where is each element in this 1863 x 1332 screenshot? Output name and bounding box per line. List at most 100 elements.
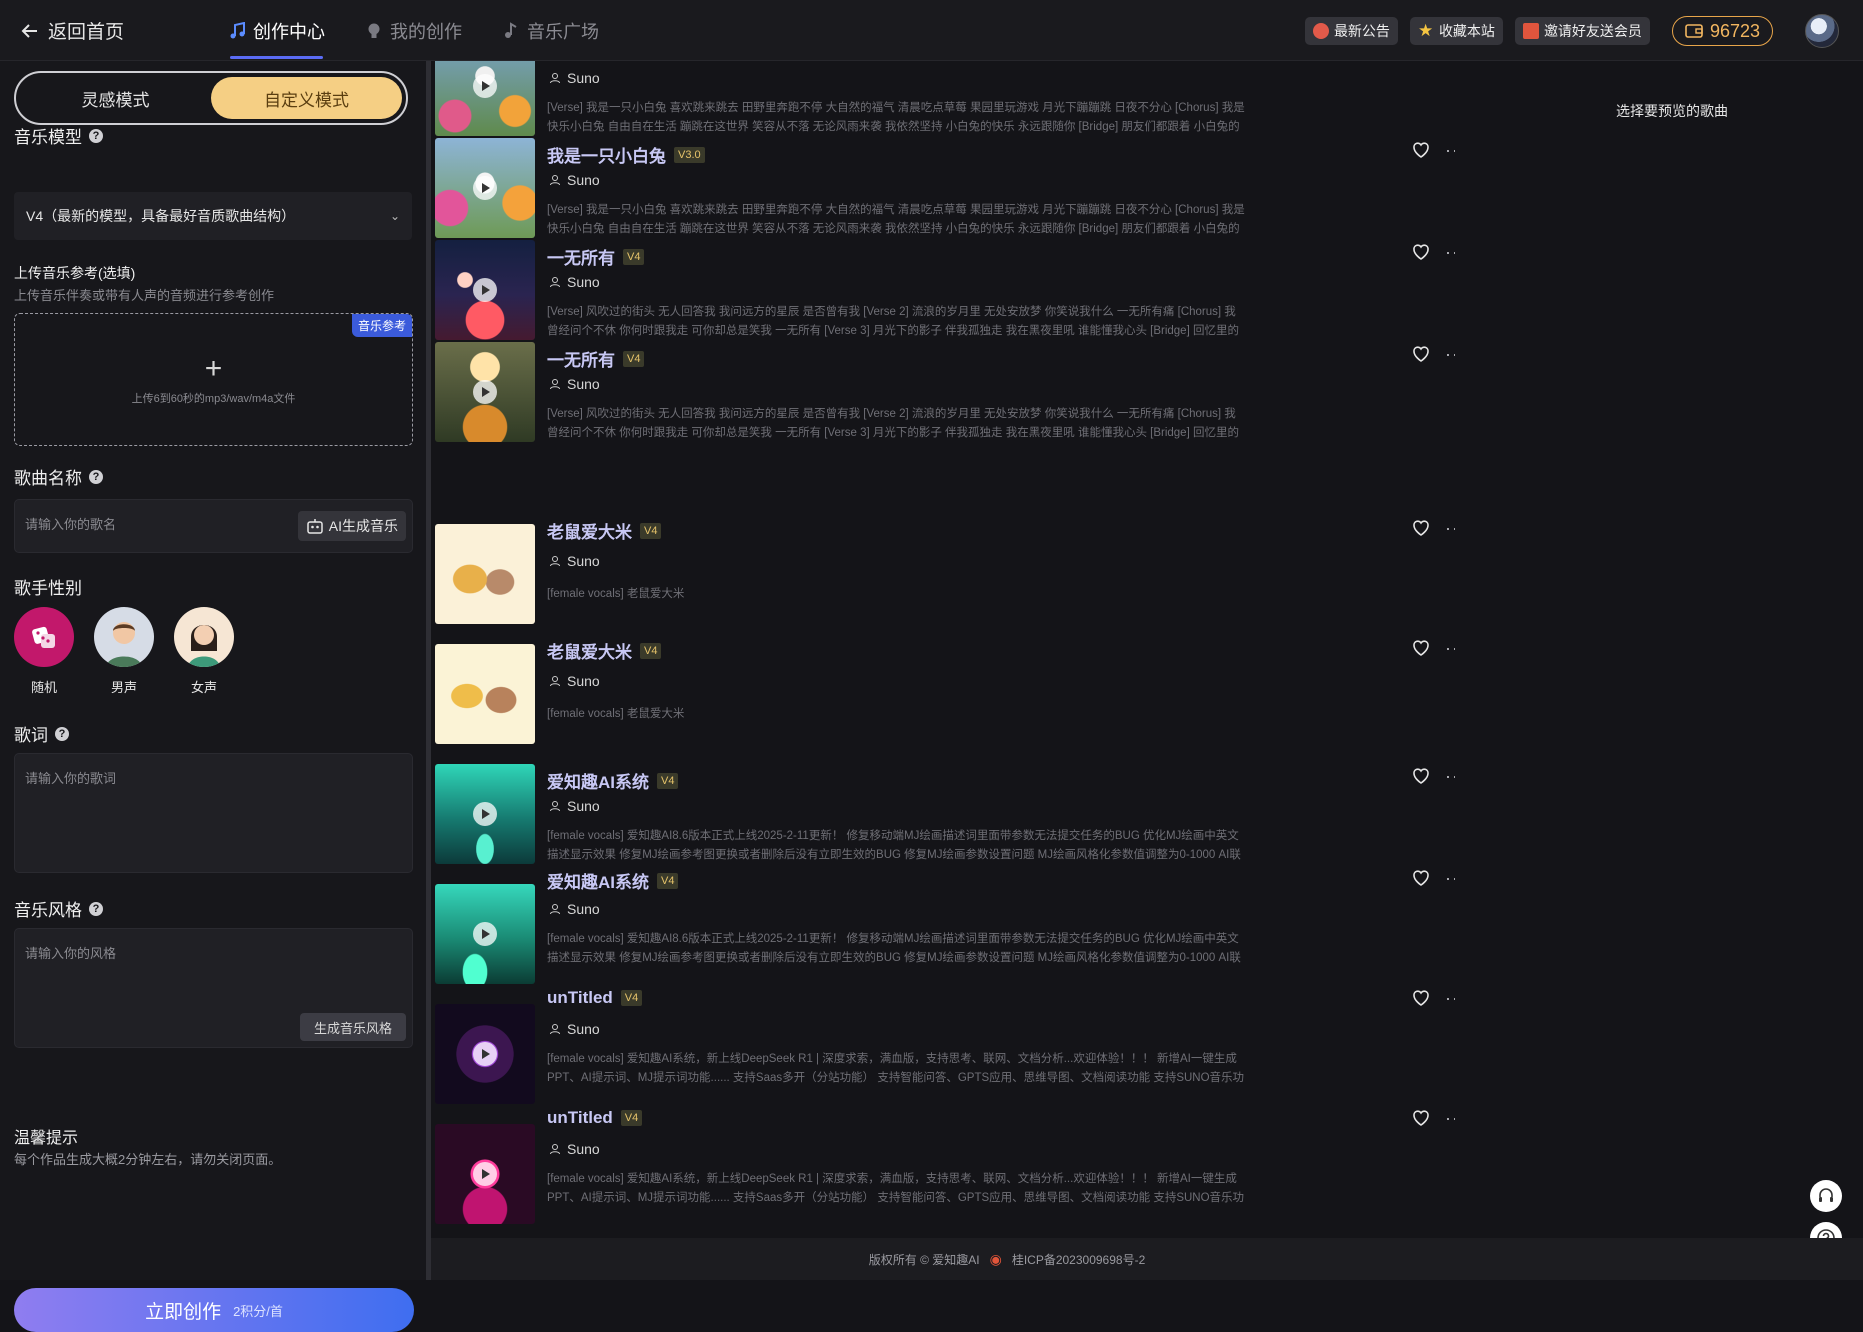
customer-service-button[interactable]: [1810, 1180, 1842, 1212]
heart-icon[interactable]: [1411, 868, 1431, 888]
song-name-label: 歌曲名称: [14, 469, 82, 488]
tab-my-creations[interactable]: 我的创作: [365, 0, 462, 61]
voice-female[interactable]: 女声: [174, 607, 234, 696]
song-cover[interactable]: [435, 644, 535, 744]
version-badge: V4: [657, 772, 679, 789]
play-icon[interactable]: [473, 802, 497, 826]
music-model-select[interactable]: V4（最新的模型，具备最好音质歌曲结构） ⌄: [14, 192, 412, 240]
voice-male[interactable]: 男声: [94, 607, 154, 696]
song-cover[interactable]: [435, 1004, 535, 1104]
help-icon[interactable]: ?: [55, 726, 69, 741]
heart-icon[interactable]: [1411, 242, 1431, 262]
more-icon[interactable]: ···: [1445, 1109, 1455, 1127]
version-badge: V4: [620, 1110, 643, 1126]
generate-style-button[interactable]: 生成音乐风格: [299, 1013, 406, 1041]
more-icon[interactable]: ···: [1445, 141, 1455, 159]
play-icon[interactable]: [473, 1042, 497, 1066]
more-icon[interactable]: ···: [1445, 345, 1455, 363]
lyrics-title: 歌词 ?: [14, 721, 69, 746]
song-list: Suno [Verse] 我是一只小白兔 喜欢跳来跳去 田野里奔跑不停 大自然的…: [431, 61, 1455, 1238]
music-style-textarea[interactable]: 请输入你的风格 生成音乐风格: [14, 928, 413, 1048]
more-icon[interactable]: ···: [1445, 989, 1455, 1007]
help-icon[interactable]: ?: [89, 901, 103, 916]
more-icon[interactable]: ···: [1445, 639, 1455, 657]
custom-mode-tab[interactable]: 自定义模式: [211, 77, 402, 119]
song-title[interactable]: unTitled V4: [547, 1108, 643, 1128]
more-icon[interactable]: ···: [1445, 767, 1455, 785]
play-icon[interactable]: [473, 380, 497, 404]
play-icon[interactable]: [473, 1162, 497, 1186]
song-artist: Suno: [549, 1141, 600, 1157]
lyrics-textarea[interactable]: 请输入你的歌词: [14, 753, 413, 873]
song-cover[interactable]: [435, 61, 535, 136]
song-artist: Suno: [549, 1021, 600, 1037]
heart-icon[interactable]: [1411, 344, 1431, 364]
female-avatar-icon: [174, 607, 234, 667]
heart-icon[interactable]: [1411, 988, 1431, 1008]
inspiration-mode-tab[interactable]: 灵感模式: [20, 77, 211, 119]
song-cover[interactable]: [435, 524, 535, 624]
heart-icon[interactable]: [1411, 518, 1431, 538]
play-icon[interactable]: [473, 278, 497, 302]
song-cover[interactable]: [435, 764, 535, 864]
star-icon: ★: [1417, 21, 1434, 40]
more-icon[interactable]: ···: [1445, 869, 1455, 887]
song-cover[interactable]: [435, 342, 535, 442]
song-cover[interactable]: [435, 1124, 535, 1224]
audio-upload-zone[interactable]: 音乐参考 + 上传6到60秒的mp3/wav/m4a文件: [14, 313, 413, 446]
song-title-text: 爱知趣AI系统: [547, 773, 649, 792]
heart-icon[interactable]: [1411, 638, 1431, 658]
user-icon: [550, 175, 560, 186]
lyrics-placeholder: 请输入你的歌词: [25, 771, 117, 786]
song-artist: Suno: [549, 70, 600, 86]
chevron-down-icon: ⌄: [389, 209, 400, 223]
more-icon[interactable]: ···: [1445, 243, 1455, 261]
user-icon: [550, 801, 560, 812]
song-name-input[interactable]: 请输入你的歌名 AI生成音乐: [14, 499, 413, 553]
song-title[interactable]: 我是一只小白兔 V3.0: [547, 142, 705, 167]
play-icon[interactable]: [473, 74, 497, 98]
song-cover[interactable]: [435, 884, 535, 984]
create-now-button[interactable]: 立即创作 2积分/首: [14, 1288, 414, 1332]
top-bar: 返回首页 创作中心 我的创作 音乐广场 最新公告 ★ 收藏本站 邀请好友送会员: [0, 0, 1863, 61]
song-title[interactable]: 一无所有 V4: [547, 244, 645, 269]
create-now-label: 立即创作: [145, 1301, 222, 1323]
help-icon[interactable]: ?: [89, 128, 103, 143]
icp-link[interactable]: 桂ICP备2023009698号-2: [1012, 1251, 1145, 1268]
song-lyrics: [Verse] 风吹过的街头 无人回答我 我问远方的星辰 是否曾有我 [Vers…: [547, 408, 1239, 439]
play-icon[interactable]: [473, 922, 497, 946]
song-title[interactable]: 老鼠爱大米 V4: [547, 518, 662, 543]
voice-options: 随机 男声 女声: [14, 607, 234, 696]
user-icon: [550, 379, 560, 390]
heart-icon[interactable]: [1411, 140, 1431, 160]
male-avatar-icon: [94, 607, 154, 667]
ai-generate-button[interactable]: AI生成音乐: [297, 511, 406, 541]
user-avatar[interactable]: [1805, 14, 1839, 48]
music-style-title: 音乐风格 ?: [14, 896, 103, 921]
song-title[interactable]: 老鼠爱大米 V4: [547, 638, 662, 663]
coin-balance[interactable]: 96723: [1671, 16, 1773, 46]
help-icon[interactable]: ?: [89, 469, 103, 484]
song-cover[interactable]: [435, 240, 535, 340]
back-home-button[interactable]: 返回首页: [20, 17, 124, 44]
voice-random[interactable]: 随机: [14, 607, 74, 696]
song-artist: Suno: [549, 274, 600, 290]
song-lyrics: [female vocals] 爱知趣AI8.6版本正式上线2025-2-11更…: [547, 830, 1241, 861]
heart-icon[interactable]: [1411, 766, 1431, 786]
song-actions: ···: [1411, 868, 1455, 888]
tab-music-square[interactable]: 音乐广场: [502, 0, 599, 61]
song-title[interactable]: 一无所有 V4: [547, 346, 645, 371]
song-title-text: 老鼠爱大米: [547, 643, 632, 662]
song-title[interactable]: 爱知趣AI系统 V4: [547, 768, 679, 793]
song-cover[interactable]: [435, 138, 535, 238]
tab-create-center[interactable]: 创作中心: [228, 0, 325, 61]
announcement-button[interactable]: 最新公告: [1304, 17, 1398, 45]
user-icon: [550, 676, 560, 687]
play-icon[interactable]: [473, 176, 497, 200]
song-title[interactable]: unTitled V4: [547, 988, 643, 1008]
more-icon[interactable]: ···: [1445, 519, 1455, 537]
heart-icon[interactable]: [1411, 1108, 1431, 1128]
bookmark-site-button[interactable]: ★ 收藏本站: [1409, 17, 1503, 45]
song-title[interactable]: 爱知趣AI系统 V4: [547, 868, 679, 893]
invite-friends-button[interactable]: 邀请好友送会员: [1514, 17, 1650, 45]
